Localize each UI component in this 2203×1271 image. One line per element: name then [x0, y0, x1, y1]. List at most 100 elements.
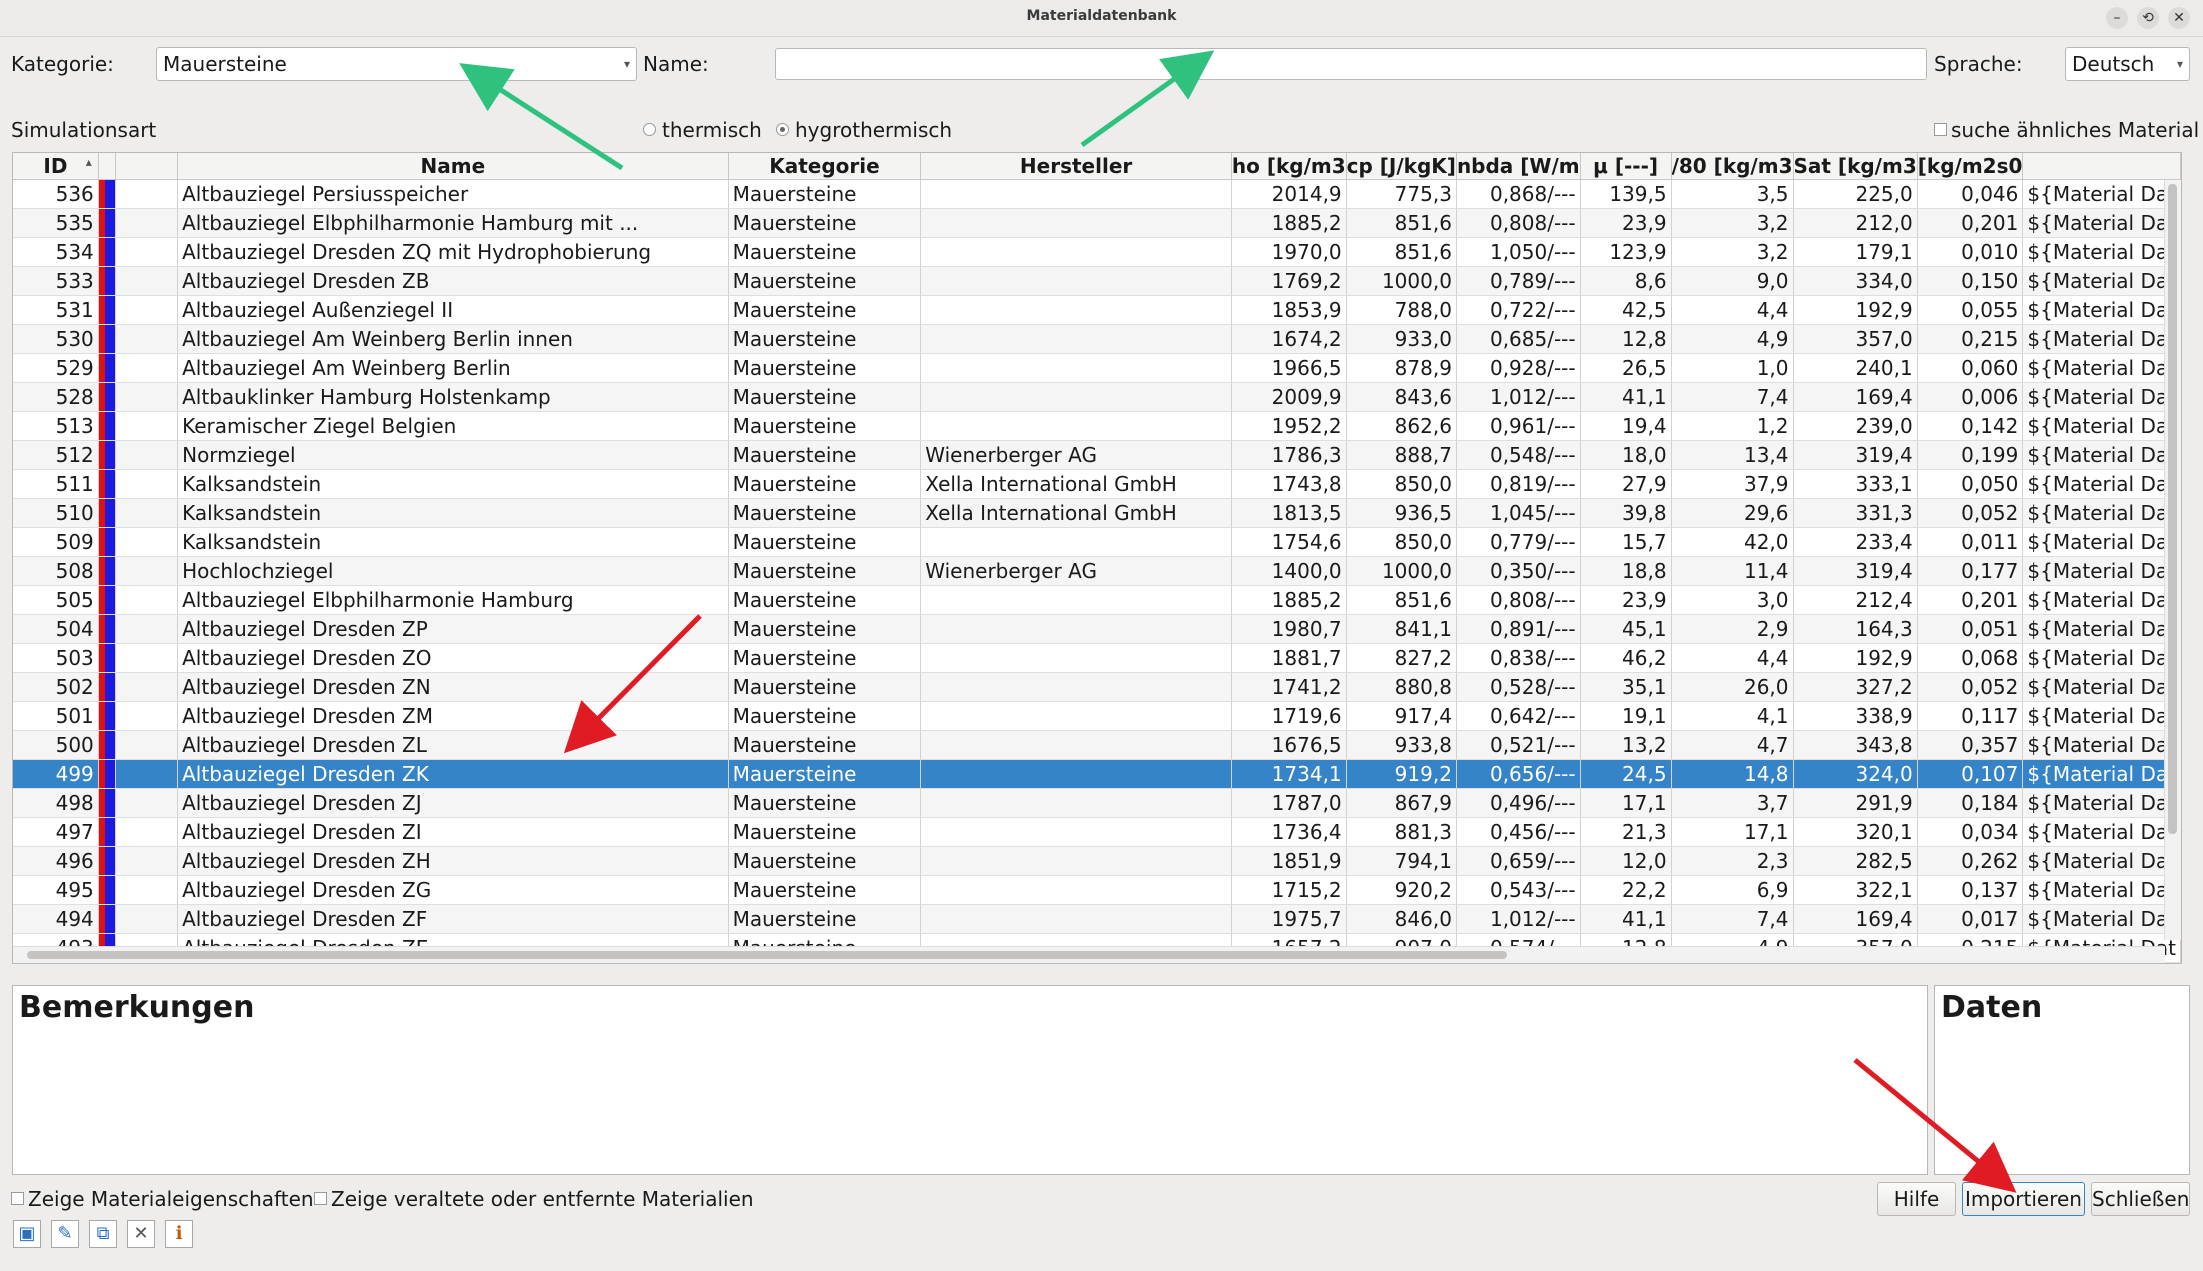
- table-row[interactable]: 529 Altbauziegel Am Weinberg Berlin Mauers…: [13, 353, 2181, 383]
- minimize-icon[interactable]: –: [2106, 7, 2128, 29]
- new-material-icon[interactable]: ▣: [13, 1220, 41, 1248]
- cell-heat-capacity: 841,1: [1346, 614, 1457, 644]
- table-row[interactable]: 501 Altbauziegel Dresden ZM Mauersteine 171…: [13, 701, 2181, 731]
- cell-manufacturer: [920, 759, 1232, 789]
- table-row[interactable]: 502 Altbauziegel Dresden ZN Mauersteine 174…: [13, 672, 2181, 702]
- cell-aw: 0,117: [1917, 701, 2024, 731]
- material-color-swatch: [98, 324, 116, 354]
- cell-file: ${Material Dat: [2022, 585, 2181, 615]
- table-row[interactable]: 505 Altbauziegel Elbphilharmonie Hamburg M…: [13, 585, 2181, 615]
- table-row[interactable]: 494 Altbauziegel Dresden ZF Mauersteine 197…: [13, 904, 2181, 934]
- table-row[interactable]: 513 Keramischer Ziegel Belgien Mauersteine…: [13, 411, 2181, 441]
- radio-thermal-indicator[interactable]: [643, 123, 656, 136]
- cell-density: 1853,9: [1231, 295, 1347, 325]
- table-row[interactable]: 495 Altbauziegel Dresden ZG Mauersteine 171…: [13, 875, 2181, 905]
- table-row[interactable]: 496 Altbauziegel Dresden ZH Mauersteine 185…: [13, 846, 2181, 876]
- table-row[interactable]: 504 Altbauziegel Dresden ZP Mauersteine 198…: [13, 614, 2181, 644]
- table-row[interactable]: 530 Altbauziegel Am Weinberg Berlin innen…: [13, 324, 2181, 354]
- column-header[interactable]: ho [kg/m3: [1231, 153, 1347, 180]
- column-header[interactable]: /80 [kg/m3: [1671, 153, 1794, 180]
- table-row[interactable]: 503 Altbauziegel Dresden ZO Mauersteine 188…: [13, 643, 2181, 673]
- show-properties-checkbox-box[interactable]: [11, 1192, 24, 1205]
- table-row[interactable]: 510 Kalksandstein Mauersteine Xella Interna…: [13, 498, 2181, 528]
- column-header[interactable]: Sat [kg/m3: [1793, 153, 1918, 180]
- cell-category: Mauersteine: [728, 324, 922, 354]
- show-outdated-checkbox-box[interactable]: [314, 1192, 327, 1205]
- show-properties-checkbox[interactable]: Zeige Materialeigenschaften: [11, 1187, 314, 1211]
- table-row[interactable]: 533 Altbauziegel Dresden ZB Mauersteine 176…: [13, 266, 2181, 296]
- material-color-swatch: [98, 527, 116, 557]
- column-header[interactable]: μ [---]: [1580, 153, 1672, 180]
- copy-material-icon[interactable]: ⧉: [89, 1220, 117, 1248]
- column-header[interactable]: [98, 153, 116, 180]
- table-row[interactable]: 528 Altbauklinker Hamburg Holstenkamp Maue…: [13, 382, 2181, 412]
- language-combobox[interactable]: Deutsch ▾: [2065, 47, 2190, 81]
- cell-w80: 4,7: [1671, 730, 1794, 760]
- vertical-scroll-thumb[interactable]: [2168, 184, 2177, 834]
- close-button[interactable]: Schließen: [2091, 1182, 2190, 1216]
- delete-material-icon[interactable]: ✕: [127, 1220, 155, 1248]
- horizontal-scroll-thumb[interactable]: [27, 951, 1507, 959]
- show-outdated-checkbox[interactable]: Zeige veraltete oder entfernte Materiali…: [314, 1187, 754, 1211]
- cell-heat-capacity: 867,9: [1346, 788, 1457, 818]
- radio-hygrothermal-indicator[interactable]: [776, 123, 789, 136]
- cell-name: Altbauziegel Elbphilharmonie Hamburg mit…: [177, 208, 729, 238]
- table-row[interactable]: 500 Altbauziegel Dresden ZL Mauersteine 167…: [13, 730, 2181, 760]
- column-header[interactable]: Kategorie: [728, 153, 922, 180]
- cell-conductivity: 0,808/---: [1456, 208, 1581, 238]
- table-row[interactable]: 536 Altbauziegel Persiusspeicher Mauerstei…: [13, 179, 2181, 209]
- table-row[interactable]: 534 Altbauziegel Dresden ZQ mit Hydrophob…: [13, 237, 2181, 267]
- cell-aw: 0,011: [1917, 527, 2024, 557]
- cell-id: 502: [13, 672, 99, 702]
- cell-w80: 3,7: [1671, 788, 1794, 818]
- import-button[interactable]: Importieren: [1962, 1182, 2085, 1216]
- table-row[interactable]: 499 Altbauziegel Dresden ZK Mauersteine 173…: [13, 759, 2181, 789]
- cell-heat-capacity: 880,8: [1346, 672, 1457, 702]
- color-blue: [104, 586, 115, 614]
- cell-aw: 0,142: [1917, 411, 2024, 441]
- maximize-icon[interactable]: ⟲: [2137, 7, 2159, 29]
- column-header[interactable]: cp [J/kgK]: [1346, 153, 1457, 180]
- material-color-swatch: [98, 643, 116, 673]
- radio-hygrothermal[interactable]: hygrothermisch: [776, 118, 952, 142]
- info-icon[interactable]: ℹ: [165, 1220, 193, 1248]
- sort-ascending-icon: ▴: [85, 155, 92, 169]
- column-header[interactable]: [115, 153, 179, 180]
- table-row[interactable]: 531 Altbauziegel Außenziegel II Mauerstein…: [13, 295, 2181, 325]
- cell-blank: [115, 469, 179, 499]
- column-header[interactable]: nbda [W/m: [1456, 153, 1581, 180]
- cell-id: 496: [13, 846, 99, 876]
- column-header[interactable]: Hersteller: [920, 153, 1232, 180]
- vertical-scrollbar[interactable]: [2164, 180, 2181, 940]
- column-header[interactable]: ID ▴: [13, 153, 99, 180]
- radio-thermal[interactable]: thermisch: [643, 118, 762, 142]
- table-row[interactable]: 508 Hochlochziegel Mauersteine Wienerberger…: [13, 556, 2181, 586]
- help-button[interactable]: Hilfe: [1877, 1182, 1956, 1216]
- name-search-input[interactable]: [775, 48, 1927, 80]
- cell-blank: [115, 353, 179, 383]
- cell-mu: 17,1: [1580, 788, 1672, 818]
- material-table[interactable]: ID ▴ Name Kategorie Hersteller ho [kg/m3 cp [J…: [12, 152, 2182, 964]
- table-row[interactable]: 512 Normziegel Mauersteine Wienerberger AG 1…: [13, 440, 2181, 470]
- material-color-swatch: [98, 295, 116, 325]
- close-icon[interactable]: ✕: [2168, 7, 2190, 29]
- cell-w80: 11,4: [1671, 556, 1794, 586]
- table-row[interactable]: 509 Kalksandstein Mauersteine 1754,6 850,0 0,…: [13, 527, 2181, 557]
- cell-name: Altbauziegel Dresden ZQ mit Hydrophobier…: [177, 237, 729, 267]
- column-header[interactable]: [2022, 153, 2181, 180]
- similar-material-checkbox[interactable]: suche ähnliches Material: [1934, 118, 2199, 142]
- cell-heat-capacity: 850,0: [1346, 527, 1457, 557]
- cell-conductivity: 0,928/---: [1456, 353, 1581, 383]
- edit-material-icon[interactable]: ✎: [51, 1220, 79, 1248]
- table-row[interactable]: 498 Altbauziegel Dresden ZJ Mauersteine 178…: [13, 788, 2181, 818]
- similar-material-checkbox-box[interactable]: [1934, 123, 1947, 136]
- table-row[interactable]: 535 Altbauziegel Elbphilharmonie Hamburg …: [13, 208, 2181, 238]
- horizontal-scrollbar[interactable]: [13, 946, 2165, 963]
- cell-heat-capacity: 888,7: [1346, 440, 1457, 470]
- column-header[interactable]: [kg/m2s0: [1917, 153, 2024, 180]
- cell-file: ${Material Dat: [2022, 875, 2181, 905]
- column-header[interactable]: Name: [177, 153, 729, 180]
- table-row[interactable]: 511 Kalksandstein Mauersteine Xella Interna…: [13, 469, 2181, 499]
- category-combobox[interactable]: Mauersteine ▾: [156, 47, 637, 81]
- table-row[interactable]: 497 Altbauziegel Dresden ZI Mauersteine 173…: [13, 817, 2181, 847]
